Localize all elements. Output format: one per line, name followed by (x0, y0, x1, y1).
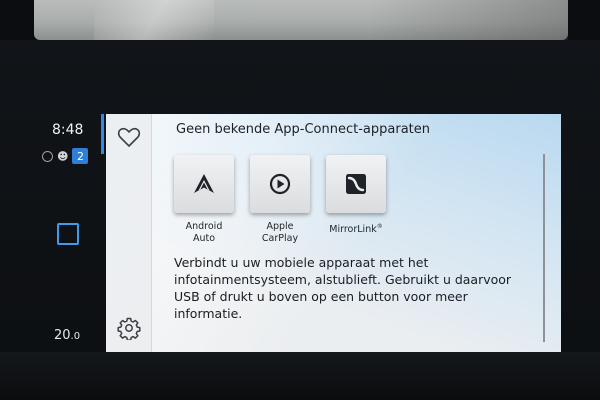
tile-android-auto-button[interactable] (174, 155, 234, 213)
scrollbar[interactable] (543, 154, 545, 342)
temperature[interactable]: 20.0 (54, 328, 80, 343)
tile-label-line1: Android (185, 221, 223, 232)
notification-badge[interactable]: 2 (72, 148, 89, 164)
home-square-button[interactable] (57, 223, 79, 245)
tile-android-auto-label: Android Auto (174, 221, 234, 245)
tile-label-line2: CarPlay (261, 233, 299, 244)
app-connect-tiles: Android Auto Apple CarPlay MirrorLink® (174, 155, 386, 245)
bottom-bezel (0, 352, 600, 400)
tile-android-auto[interactable]: Android Auto (174, 155, 234, 245)
temperature-decimal: .0 (70, 331, 81, 342)
tile-label-line1: MirrorLink (329, 224, 377, 236)
mirrorlink-icon (346, 174, 366, 194)
tile-apple-carplay-button[interactable] (250, 155, 310, 213)
apple-carplay-icon (269, 173, 291, 195)
active-indicator (101, 114, 104, 154)
gear-icon[interactable] (117, 316, 141, 340)
registered-mark: ® (376, 223, 383, 230)
android-auto-icon (194, 174, 214, 193)
panel-description: Verbindt u uw mobiele apparaat met het i… (174, 255, 512, 321)
panel-side-strip (106, 114, 152, 352)
heart-icon[interactable] (117, 126, 141, 148)
tile-label-line1: Apple (266, 221, 294, 232)
status-bar: 8:48 ☻ 2 20.0 (30, 110, 100, 350)
status-icons: ☻ 2 (42, 148, 89, 164)
clock: 8:48 (52, 122, 84, 138)
tile-mirrorlink[interactable]: MirrorLink® (326, 155, 386, 245)
tile-apple-carplay[interactable]: Apple CarPlay (250, 155, 310, 245)
temperature-integer: 20 (54, 328, 71, 343)
shade (368, 0, 568, 40)
tile-label-line2: Auto (192, 233, 216, 244)
glare (94, 0, 214, 40)
globe-icon (42, 150, 53, 162)
tile-mirrorlink-label: MirrorLink® (326, 221, 386, 236)
app-connect-panel: Geen bekende App-Connect-apparaten Andro… (106, 114, 561, 352)
person-icon: ☻ (57, 149, 69, 163)
panel-title: Geen bekende App-Connect-apparaten (176, 122, 430, 137)
tile-apple-carplay-label: Apple CarPlay (250, 221, 310, 245)
windshield-reflection (34, 0, 568, 40)
tile-mirrorlink-button[interactable] (326, 155, 386, 213)
